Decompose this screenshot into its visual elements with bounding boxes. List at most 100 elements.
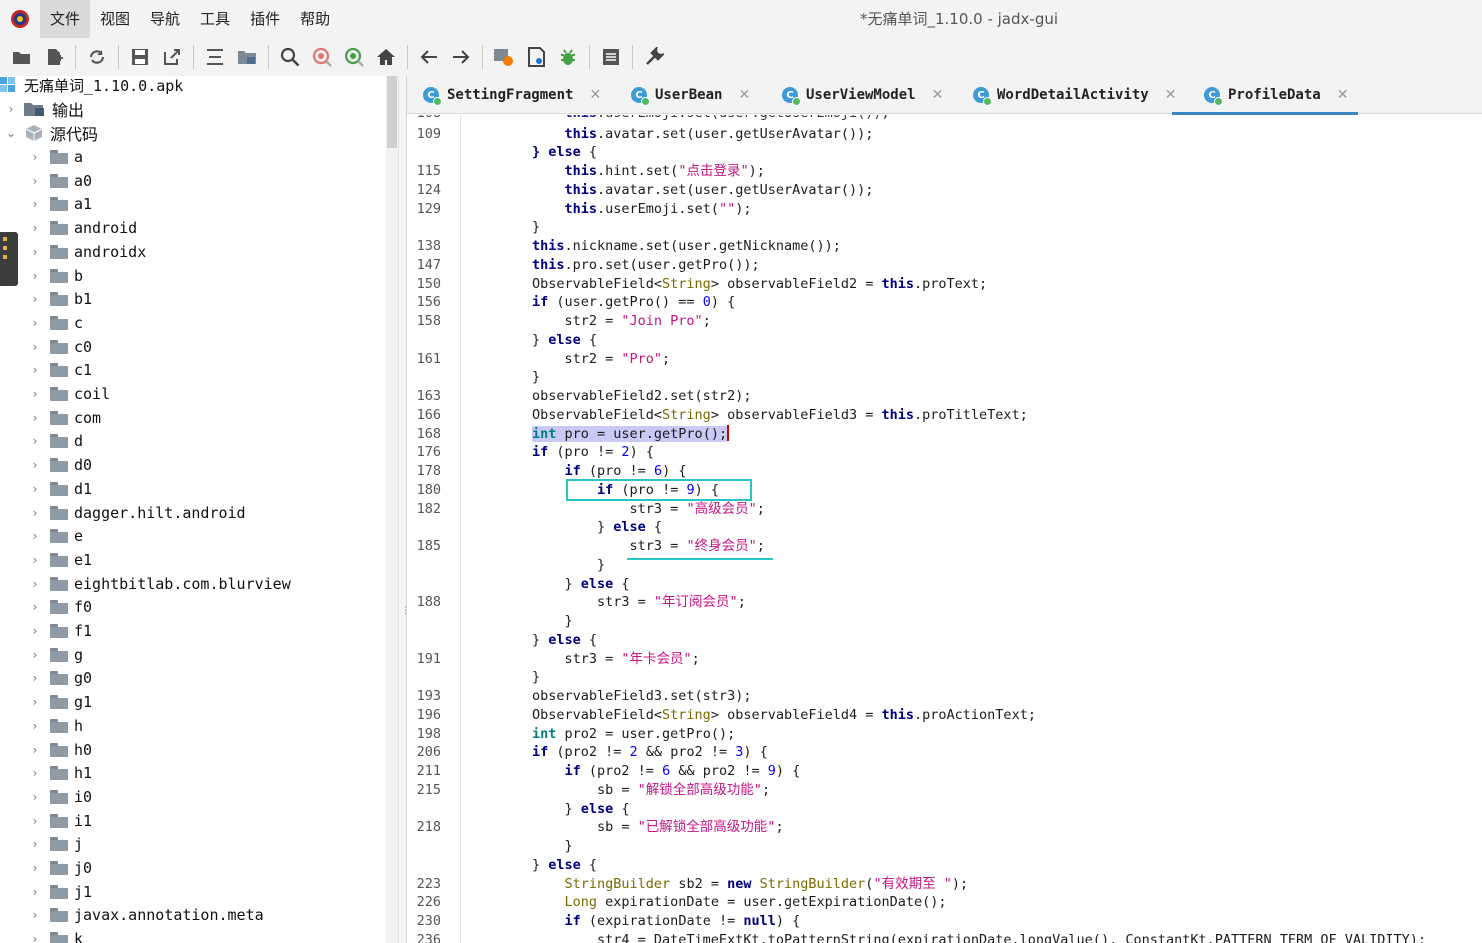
sync-icon[interactable]: [84, 44, 110, 70]
code-line[interactable]: 223 StringBuilder sb2 = new StringBuilde…: [407, 875, 1482, 894]
code-line[interactable]: 236 str4 = DateTimeExtKt.toPatternString…: [407, 931, 1482, 943]
tree-item-package[interactable]: › a: [28, 145, 83, 169]
chevron-right-icon[interactable]: ›: [28, 695, 42, 709]
tab-user-bean[interactable]: C UserBean ✕: [631, 76, 750, 114]
tree-item-package[interactable]: › androidx: [28, 240, 147, 264]
split-pane-divider[interactable]: ⋮: [398, 76, 410, 943]
chevron-right-icon[interactable]: ›: [28, 624, 42, 638]
tree-item-package[interactable]: › eightbitlab.com.blurview: [28, 572, 291, 596]
code-line[interactable]: 108 this.userEmoji.set(user.getUserEmoji…: [407, 115, 1482, 123]
chevron-right-icon[interactable]: ›: [28, 671, 42, 685]
tree-item-package[interactable]: › j: [28, 832, 83, 856]
code-line[interactable]: 129 this.userEmoji.set("");: [407, 200, 1482, 219]
tree-item-package[interactable]: › b1: [28, 287, 92, 311]
menu-view[interactable]: 视图: [90, 0, 140, 38]
chevron-right-icon[interactable]: ›: [28, 648, 42, 662]
chevron-right-icon[interactable]: ›: [28, 600, 42, 614]
menu-navigation[interactable]: 导航: [140, 0, 190, 38]
chevron-right-icon[interactable]: ›: [28, 482, 42, 496]
flatten-packages-icon[interactable]: [202, 44, 228, 70]
tab-close-icon[interactable]: ✕: [589, 87, 601, 103]
code-line[interactable]: } else {: [407, 143, 1482, 162]
tree-item-package[interactable]: › coil: [28, 382, 111, 406]
menu-tools[interactable]: 工具: [190, 0, 240, 38]
code-line[interactable]: 215 sb = "解锁全部高级功能";: [407, 781, 1482, 800]
code-editor[interactable]: 108 this.userEmoji.set(user.getUserEmoji…: [407, 115, 1482, 943]
tree-item-package[interactable]: › d: [28, 429, 83, 453]
tree-item-package[interactable]: › h: [28, 714, 83, 738]
code-line[interactable]: } else {: [407, 575, 1482, 594]
chevron-right-icon[interactable]: ›: [28, 363, 42, 377]
code-line[interactable]: } else {: [407, 631, 1482, 650]
save-all-icon[interactable]: [127, 44, 153, 70]
chevron-right-icon[interactable]: ›: [28, 529, 42, 543]
chevron-right-icon[interactable]: ›: [28, 719, 42, 733]
tree-item-package[interactable]: › c1: [28, 358, 92, 382]
chevron-right-icon[interactable]: ›: [28, 221, 42, 235]
chevron-right-icon[interactable]: ›: [28, 150, 42, 164]
tree-item-package[interactable]: › a1: [28, 192, 92, 216]
menu-file[interactable]: 文件: [40, 0, 91, 38]
code-line[interactable]: 163 observableField2.set(str2);: [407, 387, 1482, 406]
code-line[interactable]: 196 ObservableField<String> observableFie…: [407, 706, 1482, 725]
open-file-icon[interactable]: [9, 44, 35, 70]
tree-item-package[interactable]: › android: [28, 216, 138, 240]
search-class-icon[interactable]: [309, 44, 335, 70]
code-line[interactable]: 115 this.hint.set("点击登录");: [407, 162, 1482, 181]
chevron-right-icon[interactable]: ›: [28, 269, 42, 283]
code-line[interactable]: 206 if (pro2 != 2 && pro2 != 3) {: [407, 743, 1482, 762]
code-line[interactable]: }: [407, 218, 1482, 237]
tree-item-package[interactable]: › dagger.hilt.android: [28, 501, 246, 525]
chevron-right-icon[interactable]: ›: [28, 908, 42, 922]
log-viewer-icon[interactable]: [598, 44, 624, 70]
code-line[interactable]: 147 this.pro.set(user.getPro());: [407, 256, 1482, 275]
tree-item-package[interactable]: › e1: [28, 548, 92, 572]
tree-item-package[interactable]: › com: [28, 406, 102, 430]
tab-profile-data[interactable]: C ProfileData ✕: [1171, 76, 1359, 115]
menu-help[interactable]: 帮助: [290, 0, 340, 38]
chevron-right-icon[interactable]: ›: [28, 506, 42, 520]
code-line[interactable]: 218 sb = "已解锁全部高级功能";: [407, 818, 1482, 837]
home-icon[interactable]: [373, 44, 399, 70]
code-line[interactable]: } else {: [407, 331, 1482, 350]
code-line[interactable]: 166 ObservableField<String> observableFie…: [407, 406, 1482, 425]
forward-icon[interactable]: [448, 44, 474, 70]
chevron-right-icon[interactable]: ›: [28, 434, 42, 448]
code-line[interactable]: 182 str3 = "高级会员";: [407, 500, 1482, 519]
code-line[interactable]: 156 if (user.getPro() == 0) {: [407, 293, 1482, 312]
chevron-right-icon[interactable]: ›: [28, 932, 42, 943]
chevron-right-icon[interactable]: ›: [28, 743, 42, 757]
tree-item-package[interactable]: › g: [28, 643, 83, 667]
code-line[interactable]: 185 str3 = "终身会员";: [407, 537, 1482, 556]
tab-user-view-model[interactable]: C UserViewModel ✕: [782, 76, 943, 114]
tree-item-package[interactable]: › e: [28, 524, 83, 548]
code-line[interactable]: 230 if (expirationDate != null) {: [407, 912, 1482, 931]
code-line[interactable]: }: [407, 612, 1482, 631]
chevron-right-icon[interactable]: ›: [28, 340, 42, 354]
tree-scrollbar[interactable]: [386, 76, 398, 943]
chevron-right-icon[interactable]: ›: [28, 292, 42, 306]
search-usage-icon[interactable]: [341, 44, 367, 70]
tree-item-package[interactable]: › a0: [28, 169, 92, 193]
tab-close-icon[interactable]: ✕: [738, 87, 750, 103]
code-line[interactable]: 198 int pro2 = user.getPro();: [407, 725, 1482, 744]
code-line[interactable]: 150 ObservableField<String> observableFie…: [407, 275, 1482, 294]
code-line[interactable]: 109 this.avatar.set(user.getUserAvatar()…: [407, 125, 1482, 144]
tree-item-package[interactable]: › g1: [28, 690, 92, 714]
tree-item-output[interactable]: › 输出: [4, 97, 84, 121]
chevron-right-icon[interactable]: ›: [28, 245, 42, 259]
code-line[interactable]: }: [407, 668, 1482, 687]
tree-item-package[interactable]: › g0: [28, 666, 92, 690]
chevron-right-icon[interactable]: ›: [28, 387, 42, 401]
chevron-right-icon[interactable]: ›: [28, 837, 42, 851]
tree-item-sources[interactable]: ⌄ 源代码: [4, 121, 98, 145]
chevron-right-icon[interactable]: ›: [28, 553, 42, 567]
tab-close-icon[interactable]: ✕: [1165, 87, 1177, 103]
chevron-down-icon[interactable]: ⌄: [4, 126, 18, 140]
debug-icon[interactable]: [555, 44, 581, 70]
chevron-right-icon[interactable]: ›: [28, 458, 42, 472]
tree-item-package[interactable]: › c: [28, 311, 83, 335]
code-line[interactable]: 191 str3 = "年卡会员";: [407, 650, 1482, 669]
tree-item-package[interactable]: › h0: [28, 738, 92, 762]
code-line[interactable]: } else {: [407, 518, 1482, 537]
